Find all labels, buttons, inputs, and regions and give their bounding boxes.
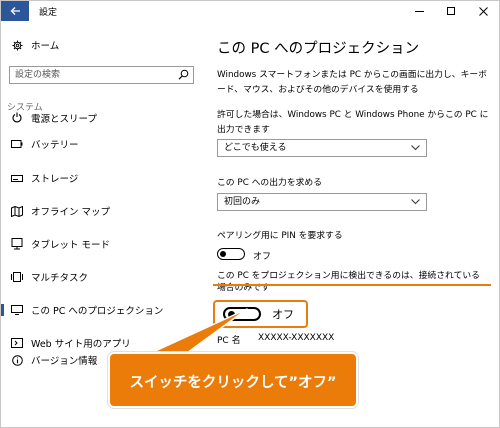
multitask-icon [11,271,23,283]
toggle-knob [228,311,235,318]
close-button[interactable] [467,1,499,21]
sidebar-item-label: ストレージ [31,174,79,185]
projection-icon [11,304,23,316]
settings-window: 設定 ホーム システム 電源とスリープ [0,0,500,428]
callout-text: スイッチをクリックして”オフ” [129,375,337,391]
gear-icon [11,39,23,51]
sidebar-item-label: この PC へのプロジェクション [31,306,164,317]
pc-name-value: XXXXX-XXXXXXX [258,333,335,343]
sidebar-item-projection[interactable]: この PC へのプロジェクション [1,298,201,322]
pin-label: ペアリング用に PIN を要求する [217,231,343,241]
chevron-down-icon [411,141,420,157]
sidebar-item-offline-maps[interactable]: オフライン マップ [1,199,201,223]
ask-dropdown-value: 初回のみ [224,197,261,207]
minimize-icon [414,10,424,12]
pin-toggle[interactable] [217,248,245,260]
power-icon [11,111,23,123]
pc-name-label: PC 名 [217,336,241,346]
search-box[interactable] [9,66,194,84]
allow-dropdown[interactable]: どこでも使える [217,139,427,157]
sidebar-item-storage[interactable]: ストレージ [1,166,201,190]
instruction-callout: スイッチをクリックして”オフ” [108,352,358,408]
battery-icon [11,138,23,150]
sidebar-item-label: オフライン マップ [31,207,111,218]
plugged-in-toggle[interactable] [223,307,261,321]
window-title: 設定 [39,8,58,18]
close-icon [478,6,488,16]
sidebar-item-tablet-mode[interactable]: タブレット モード [1,232,201,256]
search-icon[interactable] [178,69,189,80]
description-text: Windows スマートフォンまたは PC からこの画面に出力し、キーボード、マ… [217,70,487,95]
ask-dropdown[interactable]: 初回のみ [217,193,427,211]
maximize-icon [447,7,455,15]
sidebar-item-label: ホーム [31,41,60,52]
plugged-in-toggle-state: オフ [272,308,294,321]
back-arrow-icon [10,7,20,15]
allow-label: 許可した場合は、Windows PC と Windows Phone からこの … [217,110,489,135]
back-button[interactable] [1,1,29,21]
highlight-underline [213,284,491,286]
sidebar-item-power[interactable]: 電源とスリープ [1,111,201,125]
plugged-in-label: この PC をプロジェクション用に検出できるのは、接続されている場合のみです [217,271,480,293]
map-icon [11,205,23,217]
ask-label: この PC への出力を求める [217,178,323,188]
search-input[interactable] [10,67,170,83]
sidebar-item-battery[interactable]: バッテリー [1,132,201,156]
tablet-icon [11,238,23,250]
sidebar-item-multitasking[interactable]: マルチタスク [1,265,201,289]
title-bar: 設定 [1,1,499,21]
pin-toggle-state: オフ [253,252,272,262]
chevron-down-icon [411,195,420,211]
page-title: この PC へのプロジェクション [217,41,420,57]
toggle-knob [220,250,226,257]
maximize-button[interactable] [435,1,467,21]
active-indicator [1,304,4,316]
highlight-box: オフ [213,300,308,328]
info-icon [11,354,23,366]
allow-dropdown-value: どこでも使える [224,143,287,153]
storage-icon [11,172,23,184]
sidebar-item-home[interactable]: ホーム [1,33,201,57]
sidebar-item-label: バッテリー [31,140,79,151]
sidebar-item-label: マルチタスク [31,273,89,284]
sidebar-item-label: 電源とスリープ [31,114,97,125]
sidebar-item-label: タブレット モード [31,240,111,251]
sidebar-item-label: バージョン情報 [31,356,98,367]
minimize-button[interactable] [403,1,435,21]
